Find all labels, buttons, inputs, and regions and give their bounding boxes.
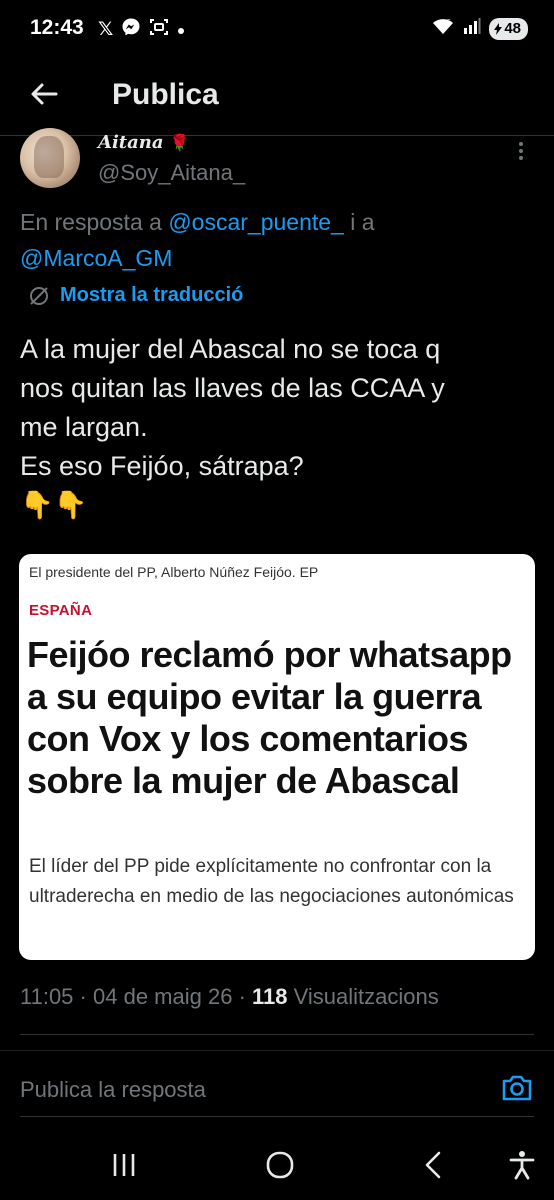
link-preview-card[interactable]: El presidente del PP, Alberto Núñez Feij… bbox=[19, 554, 535, 960]
dot-icon bbox=[177, 20, 185, 40]
reply-composer: Publica la resposta bbox=[0, 1050, 554, 1130]
meta-separator: · bbox=[238, 984, 253, 1009]
system-icons: 5 48 bbox=[431, 16, 528, 41]
charging-icon bbox=[494, 22, 503, 35]
accessibility-button[interactable] bbox=[502, 1148, 542, 1182]
home-icon bbox=[266, 1151, 294, 1179]
wifi-icon: 5 bbox=[431, 16, 455, 41]
system-nav-bar bbox=[0, 1130, 554, 1200]
card-section: ESPAÑA bbox=[29, 602, 93, 619]
recents-icon bbox=[113, 1154, 135, 1176]
home-button[interactable] bbox=[260, 1148, 300, 1182]
status-time: 12:43 bbox=[30, 16, 84, 39]
more-options-button[interactable] bbox=[516, 142, 526, 164]
card-headline: Feijóo reclamó por whatsapp a su equipo … bbox=[27, 634, 512, 801]
arrow-left-icon bbox=[31, 83, 58, 105]
camera-button[interactable] bbox=[500, 1073, 534, 1103]
reply-input[interactable]: Publica la resposta bbox=[20, 1077, 206, 1103]
mention-link[interactable]: @oscar_puente_ bbox=[168, 209, 344, 235]
reply-context: En resposta a @oscar_puente_ i a @MarcoA… bbox=[20, 204, 530, 276]
divider bbox=[20, 1116, 534, 1117]
divider bbox=[20, 1034, 534, 1035]
accessibility-icon bbox=[509, 1151, 535, 1180]
status-bar: 12:43 𝕏 5 48 bbox=[0, 0, 554, 56]
avatar[interactable] bbox=[20, 128, 80, 188]
notification-icons: 𝕏 bbox=[98, 17, 185, 42]
back-button[interactable] bbox=[26, 76, 62, 112]
battery-indicator: 48 bbox=[489, 17, 528, 40]
tweet-meta: 11:05 · 04 de maig 26 · 118 Visualitzaci… bbox=[20, 984, 439, 1010]
views-count: 118 bbox=[252, 984, 288, 1009]
reply-joiner: i a bbox=[350, 209, 375, 235]
svg-text:5: 5 bbox=[447, 19, 451, 26]
recents-button[interactable] bbox=[104, 1148, 144, 1182]
card-subtitle: El líder del PP pide explícitamente no c… bbox=[29, 856, 514, 907]
globe-slash-icon bbox=[30, 286, 48, 305]
reply-prefix: En resposta a bbox=[20, 209, 162, 235]
camera-icon bbox=[502, 1075, 532, 1101]
back-icon bbox=[425, 1151, 441, 1179]
translate-label: Mostra la traducció bbox=[60, 284, 244, 306]
page-header: Publica bbox=[0, 56, 554, 136]
scan-icon bbox=[149, 17, 169, 42]
page-title: Publica bbox=[112, 78, 219, 111]
tweet-time: 11:05 bbox=[20, 984, 74, 1009]
signal-icon bbox=[463, 17, 481, 40]
more-dot-icon bbox=[519, 149, 523, 153]
author-display-name[interactable]: Aitana 🌹 bbox=[98, 132, 190, 153]
messenger-icon bbox=[121, 17, 141, 42]
tweet-date: 04 de maig 26 bbox=[93, 984, 233, 1009]
more-dot-icon bbox=[519, 142, 523, 146]
tweet-text: A la mujer del Abascal no se toca q nos … bbox=[20, 334, 445, 520]
card-caption: El presidente del PP, Alberto Núñez Feij… bbox=[29, 564, 319, 580]
views-label[interactable]: Visualitzacions bbox=[294, 984, 439, 1009]
translate-button[interactable]: Mostra la traducció bbox=[28, 284, 243, 307]
display-name-text: Aitana bbox=[98, 132, 164, 153]
meta-separator: · bbox=[79, 984, 93, 1009]
more-dot-icon bbox=[519, 156, 523, 160]
battery-level: 48 bbox=[504, 20, 521, 37]
mention-link[interactable]: @MarcoA_GM bbox=[20, 245, 172, 271]
author-handle[interactable]: @Soy_Aitana_ bbox=[98, 160, 245, 186]
x-icon: 𝕏 bbox=[98, 19, 114, 40]
rose-emoji: 🌹 bbox=[169, 133, 190, 152]
system-back-button[interactable] bbox=[414, 1148, 454, 1182]
